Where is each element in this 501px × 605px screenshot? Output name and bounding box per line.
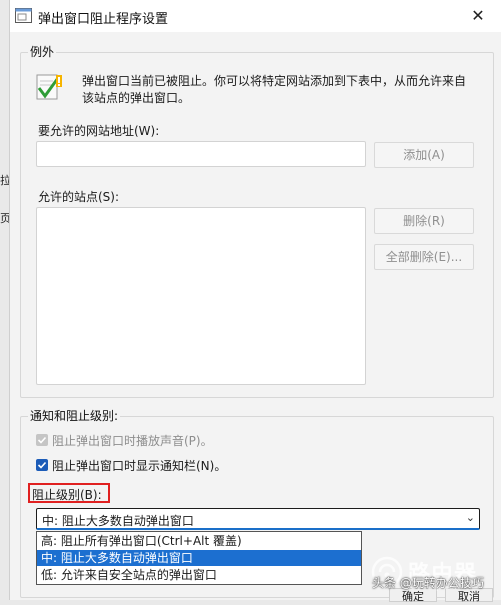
checkmark-icon	[37, 461, 47, 469]
info-text-line2: 该站点的弹出窗口。	[82, 91, 191, 105]
show-notification-bar-checkbox[interactable]	[36, 459, 48, 471]
info-checkmark-icon	[36, 74, 62, 100]
info-text-line1: 弹出窗口当前已被阻止。你可以将特定网站添加到下表中，从而允许来自	[82, 74, 467, 88]
remove-button[interactable]: 删除(R)	[374, 208, 474, 234]
close-button[interactable]: ✕	[462, 2, 494, 30]
add-button[interactable]: 添加(A)	[374, 142, 474, 168]
exceptions-group-label: 例外	[28, 43, 57, 60]
notifications-group-label: 通知和阻止级别:	[28, 407, 121, 424]
blocking-level-option-low[interactable]: 低: 允许来自安全站点的弹出窗口	[37, 567, 361, 583]
blocking-level-option-medium[interactable]: 中: 阻止大多数自动弹出窗口	[37, 550, 361, 566]
allowed-sites-list[interactable]	[36, 207, 366, 385]
chevron-down-icon: ⌄	[465, 511, 475, 524]
show-notification-bar-label: 阻止弹出窗口时显示通知栏(N)。	[52, 459, 227, 473]
remove-all-button[interactable]: 全部删除(E)...	[374, 244, 474, 270]
blocking-level-select[interactable]: 中: 阻止大多数自动弹出窗口 ⌄	[36, 508, 480, 530]
blocking-level-dropdown: 高: 阻止所有弹出窗口(Ctrl+Alt 覆盖) 中: 阻止大多数自动弹出窗口 …	[36, 531, 362, 585]
play-sound-checkbox[interactable]	[36, 434, 48, 446]
blocking-level-option-high[interactable]: 高: 阻止所有弹出窗口(Ctrl+Alt 覆盖)	[37, 533, 361, 549]
settings-app-icon	[15, 8, 32, 23]
play-sound-label: 阻止弹出窗口时播放声音(P)。	[52, 434, 213, 448]
title-bar: 弹出窗口阻止程序设置 ✕	[10, 0, 501, 32]
checkmark-icon	[37, 436, 47, 444]
watermark-credit: 头条 @玩转办公技巧	[372, 576, 484, 590]
allowed-sites-label: 允许的站点(S):	[38, 190, 120, 204]
dialog-title: 弹出窗口阻止程序设置	[38, 12, 169, 27]
address-input[interactable]	[36, 141, 366, 167]
popup-blocker-settings-dialog: 弹出窗口阻止程序设置 ✕ 例外 弹出窗口当前已被阻止。你可以将特定网站添加到下表…	[9, 0, 501, 603]
blocking-level-label: 阻止级别(B):	[32, 488, 102, 502]
address-label: 要允许的网站地址(W):	[38, 124, 160, 138]
blocking-level-selected-value: 中: 阻止大多数自动弹出窗口	[42, 514, 194, 528]
